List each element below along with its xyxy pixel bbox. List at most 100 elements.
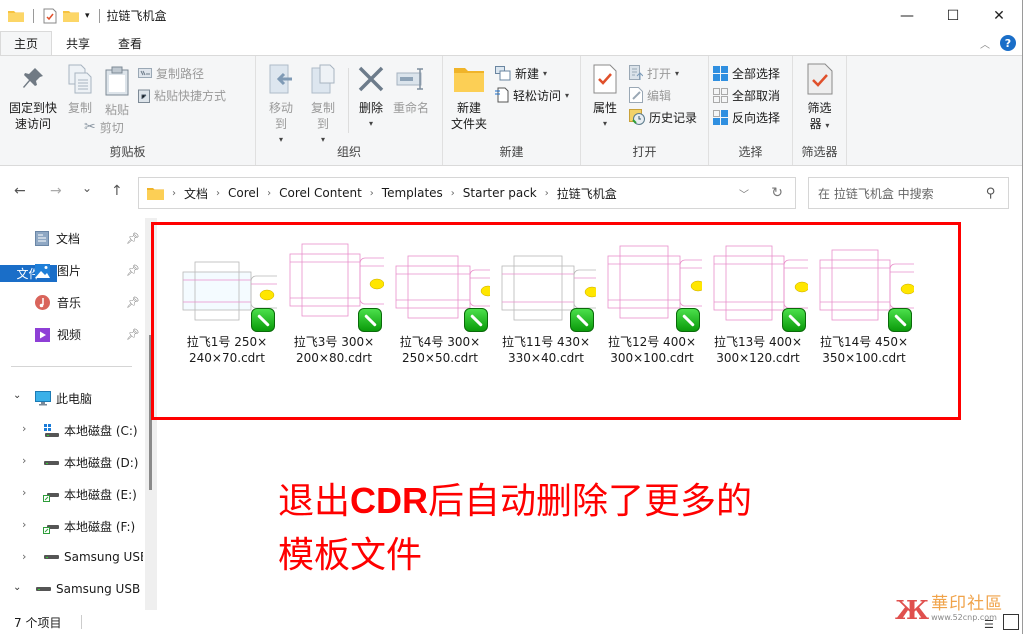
expand-drive-f-icon[interactable]: ›	[22, 518, 26, 531]
item-count: 7 个项目	[14, 615, 62, 630]
file-item[interactable]: 拉飞14号 450× 350×100.cdrt	[813, 240, 930, 366]
file-thumbnail	[177, 240, 287, 334]
invert-selection-button[interactable]: 反向选择	[713, 106, 780, 128]
select-none-button[interactable]: 全部取消	[713, 84, 780, 106]
scissors-icon: ✂	[84, 119, 96, 135]
pin-icon[interactable]: 📌︎	[126, 232, 140, 245]
coreldraw-template-icon	[570, 308, 594, 332]
open-button[interactable]: 打开 ▾	[629, 62, 697, 84]
pin-icon[interactable]: 📌︎	[126, 296, 140, 309]
new-folder-icon[interactable]	[63, 9, 79, 22]
search-input[interactable]: 在 拉链飞机盒 中搜索	[818, 185, 934, 202]
sidebar-item-samsung-usb[interactable]: Samsung USB	[43, 550, 143, 564]
edit-button[interactable]: 编辑	[629, 84, 697, 106]
help-icon[interactable]: ?	[1000, 35, 1016, 51]
copy-to-icon	[311, 64, 335, 94]
documents-icon	[35, 231, 49, 246]
new-item-button[interactable]: 新建 ▾	[495, 62, 569, 84]
expand-drive-c-icon[interactable]: ›	[22, 422, 26, 435]
customize-toolbar-icon[interactable]: ▾	[85, 11, 90, 21]
breadcrumb-corel[interactable]: Corel	[228, 186, 259, 200]
file-thumbnail	[602, 240, 720, 334]
collapse-ribbon-icon[interactable]: ︿	[980, 36, 990, 51]
select-all-icon	[713, 65, 728, 81]
history-button[interactable]: 历史记录	[629, 106, 697, 128]
minimize-button[interactable]: —	[884, 0, 930, 31]
expand-usb-drive-icon[interactable]: ›	[22, 550, 26, 563]
videos-icon	[35, 327, 50, 342]
select-all-button[interactable]: 全部选择	[713, 62, 780, 84]
breadcrumb-documents[interactable]: 文档	[184, 185, 208, 202]
recent-locations-button[interactable]: ⌄	[82, 181, 92, 195]
breadcrumb-starter-pack[interactable]: Starter pack	[463, 186, 537, 200]
window-title: 拉链飞机盒	[106, 9, 167, 23]
file-name: 拉飞1号 250× 240×70.cdrt	[186, 335, 268, 365]
sidebar-item-samsung-usb-root[interactable]: Samsung USB	[35, 582, 140, 596]
title-bar: ▾ 拉链飞机盒 — ☐ ✕	[0, 0, 1022, 31]
sidebar-item-music[interactable]: 音乐	[35, 294, 81, 311]
refresh-icon[interactable]: ↻	[771, 185, 783, 201]
file-item[interactable]: 拉飞13号 400× 300×120.cdrt	[707, 240, 824, 366]
file-item[interactable]: 拉飞1号 250× 240×70.cdrt	[176, 240, 287, 366]
sidebar-item-pictures[interactable]: 图片	[35, 262, 81, 279]
sidebar-item-this-pc[interactable]: 此电脑	[35, 390, 92, 407]
toolbar-divider	[98, 8, 100, 23]
sidebar-item-drive-e[interactable]: 本地磁盘 (E:)	[43, 486, 137, 503]
address-bar[interactable]: › 文档 › Corel › Corel Content › Templates…	[138, 177, 796, 209]
coreldraw-template-icon	[888, 308, 912, 332]
paste-shortcut-button[interactable]: 粘贴快捷方式	[138, 84, 226, 106]
back-button[interactable]: ←	[14, 183, 26, 199]
breadcrumb-separator: ›	[216, 187, 221, 199]
sidebar-item-drive-d[interactable]: 本地磁盘 (D:)	[43, 454, 138, 471]
paste-button[interactable]: 粘贴	[101, 62, 133, 120]
file-item[interactable]: 拉飞4号 300× 250×50.cdrt	[389, 240, 510, 366]
file-item[interactable]: 拉飞11号 430× 330×40.cdrt	[495, 240, 614, 366]
large-icons-view-icon[interactable]	[1003, 614, 1019, 630]
close-button[interactable]: ✕	[976, 0, 1022, 31]
sidebar-item-documents[interactable]: 文档	[35, 230, 80, 247]
tab-view[interactable]: 查看	[104, 31, 156, 55]
folder-icon	[147, 187, 164, 200]
select-group: 全部选择 全部取消 反向选择 选择	[709, 56, 793, 165]
breadcrumb-separator: ›	[544, 187, 549, 199]
breadcrumb-separator: ›	[450, 187, 455, 199]
sidebar-item-drive-f[interactable]: 本地磁盘 (F:)	[43, 518, 135, 535]
file-thumbnail	[496, 240, 614, 334]
search-icon: ⚲	[986, 185, 996, 201]
expand-drive-d-icon[interactable]: ›	[22, 454, 26, 467]
new-group-label: 新建	[499, 145, 524, 159]
sidebar-item-videos[interactable]: 视频	[35, 326, 81, 343]
content-scrollbar[interactable]	[1005, 218, 1022, 610]
easy-access-button[interactable]: 轻松访问 ▾	[495, 84, 569, 106]
cut-button[interactable]: ✂ 剪切	[84, 116, 226, 138]
breadcrumb-templates[interactable]: Templates	[382, 186, 443, 200]
expand-drive-e-icon[interactable]: ›	[22, 486, 26, 499]
sidebar-item-drive-c[interactable]: 本地磁盘 (C:)	[43, 422, 138, 439]
details-view-icon[interactable]: ☰	[984, 618, 994, 631]
tab-share[interactable]: 共享	[52, 31, 104, 55]
file-explorer-window: ▾ 拉链飞机盒 — ☐ ✕ 文件 主页 共享 查看 ︿ ? 固定到快 速访问 复…	[0, 0, 1023, 634]
breadcrumb-corel-content[interactable]: Corel Content	[279, 186, 362, 200]
up-button[interactable]: ↑	[111, 183, 123, 199]
file-item[interactable]: 拉飞3号 300× 200×80.cdrt	[283, 240, 398, 366]
annotation-text: 退出CDR后自动删除了更多的 模板文件	[278, 480, 753, 576]
breadcrumb-current[interactable]: 拉链飞机盒	[557, 185, 617, 202]
select-none-icon	[713, 87, 728, 103]
tab-home[interactable]: 主页	[0, 31, 52, 55]
copy-path-button[interactable]: 复制路径	[138, 62, 226, 84]
forward-button[interactable]: →	[50, 183, 62, 199]
expand-usb-root-icon[interactable]: ⌄	[13, 582, 21, 593]
maximize-button[interactable]: ☐	[930, 0, 976, 31]
clipboard-group-label: 剪贴板	[109, 145, 146, 159]
paste-shortcut-icon	[138, 89, 150, 103]
select-group-label: 选择	[738, 145, 763, 159]
expand-this-pc-icon[interactable]: ⌄	[13, 390, 21, 401]
properties-icon[interactable]	[43, 8, 57, 24]
pin-icon[interactable]: 📌︎	[126, 328, 140, 341]
pin-icon[interactable]: 📌︎	[126, 264, 140, 277]
address-dropdown-icon[interactable]: ﹀	[739, 186, 749, 201]
file-item[interactable]: 拉飞12号 400× 300×100.cdrt	[601, 240, 720, 366]
pictures-icon	[35, 263, 50, 278]
paste-icon	[105, 66, 129, 96]
search-box[interactable]: 在 拉链飞机盒 中搜索 ⚲	[808, 177, 1009, 209]
